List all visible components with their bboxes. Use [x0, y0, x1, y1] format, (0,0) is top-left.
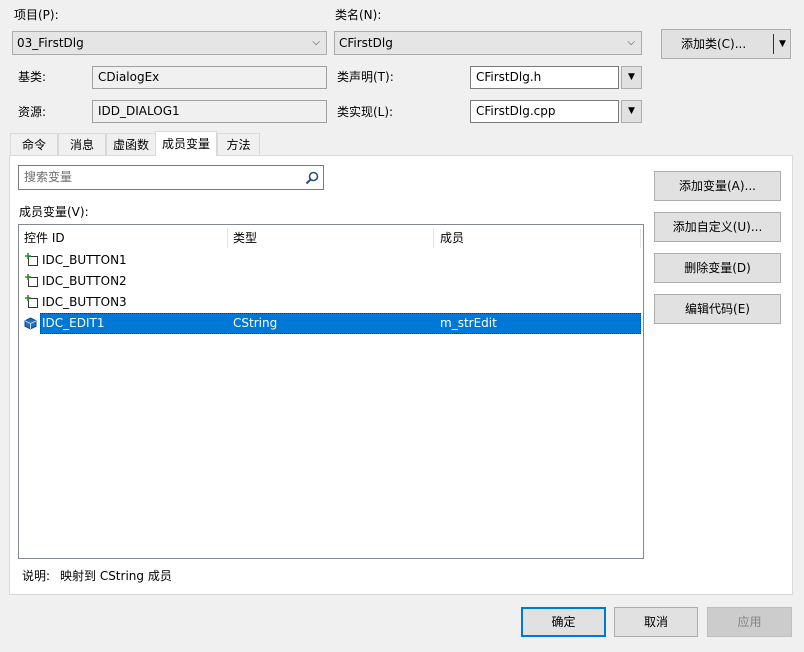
add-class-label: 添加类(C)...	[681, 37, 747, 51]
member-variables-label: 成员变量(V):	[19, 205, 89, 219]
resource-field: IDD_DIALOG1	[92, 100, 327, 123]
column-separator[interactable]	[227, 228, 228, 248]
tab-methods[interactable]: 方法	[217, 133, 260, 155]
column-header-type[interactable]: 类型	[233, 229, 257, 251]
base-class-field: CDialogEx	[92, 66, 327, 89]
class-decl-label: 类声明(T):	[337, 70, 394, 84]
table-row[interactable]: IDC_BUTTON2	[20, 271, 642, 291]
search-icon[interactable]	[305, 170, 319, 193]
project-label: 项目(P):	[14, 8, 59, 22]
row-member: m_strEdit	[440, 316, 497, 330]
add-variable-button[interactable]: 添加变量(A)...	[654, 171, 781, 201]
ok-button[interactable]: 确定	[521, 607, 606, 637]
add-class-button[interactable]: 添加类(C)... ▼	[661, 29, 791, 59]
project-combo[interactable]: 03_FirstDlg ⌵	[12, 31, 327, 55]
button-control-icon	[25, 274, 39, 294]
table-row[interactable]: IDC_BUTTON1	[20, 250, 642, 270]
description-label: 说明:	[22, 569, 51, 583]
chevron-down-icon[interactable]: ⌵	[312, 32, 320, 54]
row-control-id: IDC_EDIT1	[42, 316, 105, 330]
row-type: CString	[233, 316, 278, 330]
button-control-icon	[25, 295, 39, 315]
column-separator[interactable]	[640, 228, 641, 248]
table-row-selected[interactable]: IDC_EDIT1 CString m_strEdit	[20, 313, 642, 334]
row-control-id: IDC_BUTTON3	[42, 295, 127, 309]
column-separator[interactable]	[433, 228, 434, 248]
class-name-value: CFirstDlg	[339, 36, 393, 50]
row-control-id: IDC_BUTTON2	[42, 274, 127, 288]
description-text: 映射到 CString 成员	[60, 569, 172, 583]
class-impl-label: 类实现(L):	[337, 105, 394, 119]
column-header-control-id[interactable]: 控件 ID	[24, 229, 65, 251]
class-decl-dropdown-icon[interactable]: ▼	[621, 66, 642, 89]
base-class-label: 基类:	[18, 70, 47, 84]
delete-variable-button[interactable]: 删除变量(D)	[654, 253, 781, 283]
row-control-id: IDC_BUTTON1	[42, 253, 127, 267]
cancel-button[interactable]: 取消	[614, 607, 698, 637]
resource-label: 资源:	[18, 105, 47, 119]
variable-icon	[24, 317, 37, 333]
project-value: 03_FirstDlg	[17, 36, 84, 50]
tab-member-variables[interactable]: 成员变量	[155, 131, 217, 156]
search-input[interactable]: 搜索变量	[18, 165, 324, 190]
class-name-label: 类名(N):	[335, 8, 382, 22]
table-row[interactable]: IDC_BUTTON3	[20, 292, 642, 312]
split-divider	[773, 34, 774, 54]
split-dropdown-icon[interactable]: ▼	[775, 30, 790, 58]
class-impl-dropdown-icon[interactable]: ▼	[621, 100, 642, 123]
search-placeholder: 搜索变量	[24, 170, 73, 184]
selection-highlight	[40, 313, 641, 334]
tab-messages[interactable]: 消息	[58, 133, 106, 155]
class-name-combo[interactable]: CFirstDlg ⌵	[334, 31, 642, 55]
button-control-icon	[25, 253, 39, 273]
class-impl-field[interactable]: CFirstDlg.cpp	[470, 100, 619, 123]
apply-button[interactable]: 应用	[707, 607, 792, 637]
edit-code-button[interactable]: 编辑代码(E)	[654, 294, 781, 324]
column-header-member[interactable]: 成员	[440, 229, 464, 251]
tab-virtual-functions[interactable]: 虚函数	[106, 133, 156, 155]
tab-commands[interactable]: 命令	[10, 133, 58, 155]
class-decl-field[interactable]: CFirstDlg.h	[470, 66, 619, 89]
chevron-down-icon[interactable]: ⌵	[627, 32, 635, 54]
add-custom-button[interactable]: 添加自定义(U)...	[654, 212, 781, 242]
